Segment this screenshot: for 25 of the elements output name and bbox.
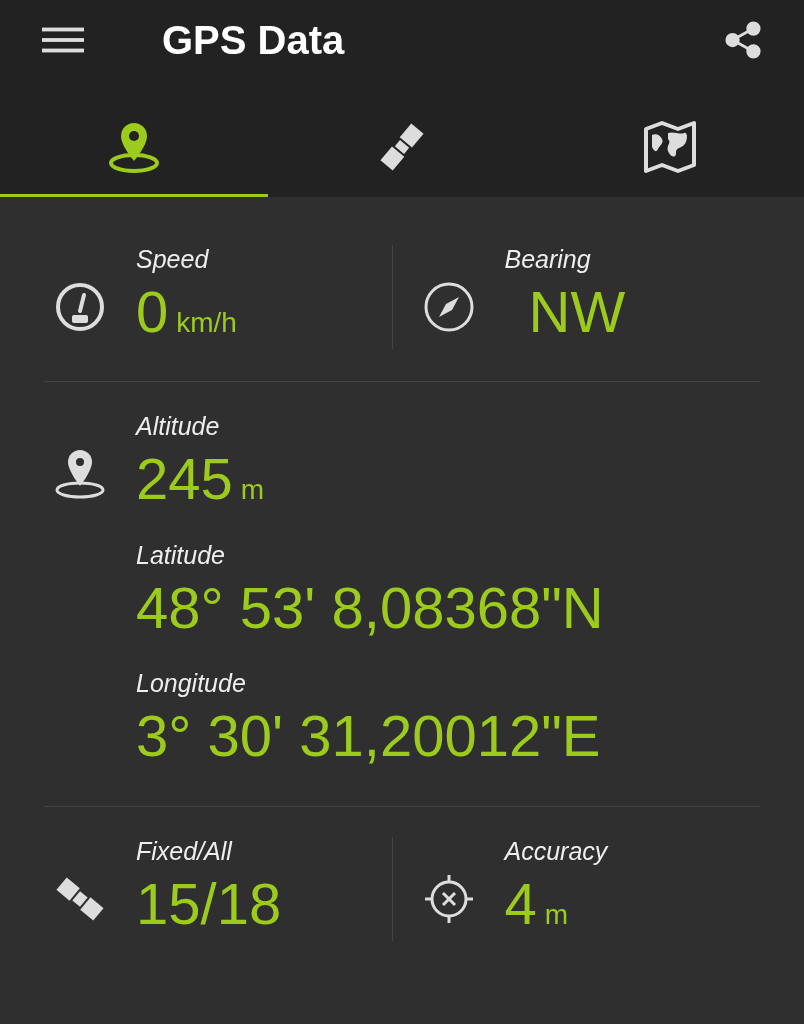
unit-label: m <box>240 474 265 507</box>
field-value: 15/18 <box>136 869 282 938</box>
crosshair-icon <box>422 872 475 925</box>
app-title: GPS Data <box>162 17 346 63</box>
menu-icon[interactable] <box>42 25 84 55</box>
unit-label: km/h <box>176 307 237 339</box>
field-label: Latitude <box>136 540 226 570</box>
compass-icon <box>422 281 475 333</box>
field-value: 245 <box>136 445 233 514</box>
field-label: Bearing <box>504 245 592 274</box>
field-label: Fixed/All <box>136 836 234 866</box>
share-icon[interactable] <box>724 21 762 59</box>
location-pin-icon <box>54 448 106 501</box>
speedometer-icon <box>54 281 106 333</box>
field-value: 0 <box>136 278 169 346</box>
field-label: Altitude <box>136 412 221 442</box>
field-label: Longitude <box>136 669 247 699</box>
field-value: 48° 53' 8,08368"N <box>136 573 604 642</box>
field-value: NW <box>528 278 626 346</box>
unit-label: m <box>544 898 569 931</box>
field-value: 3° 30' 31,20012"E <box>136 702 601 771</box>
map-icon <box>642 119 698 175</box>
field-value: 4 <box>504 869 537 938</box>
field-label: Speed <box>136 245 210 274</box>
field-label: Accuracy <box>504 836 608 866</box>
